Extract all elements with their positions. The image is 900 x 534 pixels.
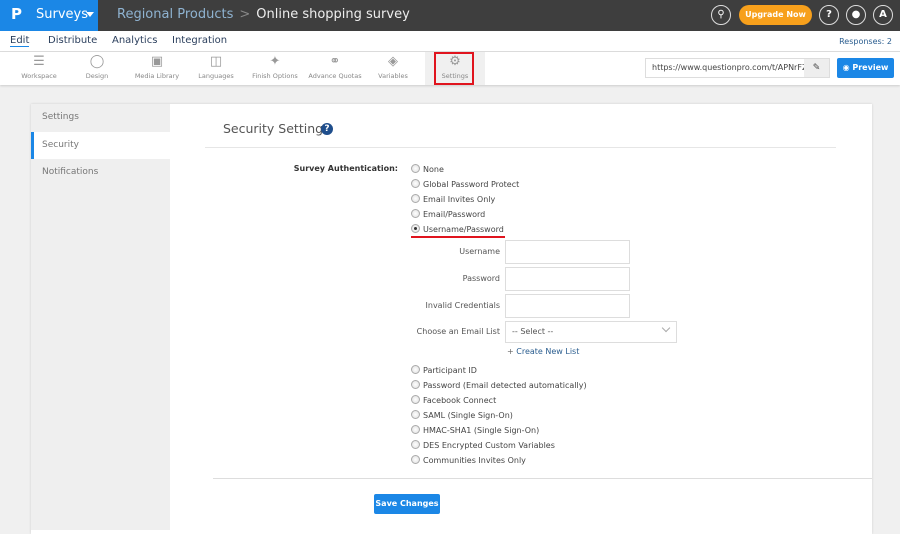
username-input[interactable] (505, 240, 630, 264)
bell-icon[interactable]: ● (846, 5, 866, 25)
divider (213, 478, 872, 479)
invalid-credentials-label: Invalid Credentials (425, 301, 500, 310)
email-list-select[interactable]: -- Select -- (505, 321, 677, 343)
responses-count[interactable]: Responses: 2 (839, 37, 892, 46)
survey-url-field[interactable]: https://www.questionpro.com/t/APNrFZ ✎ (645, 58, 830, 78)
divider (205, 147, 836, 148)
eye-icon: ◉ (842, 63, 853, 72)
survey-authentication-label: Survey Authentication: (293, 164, 398, 173)
radio-saml[interactable]: SAML (Single Sign-On) (411, 410, 513, 425)
toolbar-variables[interactable]: ◈ Variables (363, 52, 423, 85)
tab-edit[interactable]: Edit (10, 35, 30, 47)
radio-facebook-connect[interactable]: Facebook Connect (411, 395, 496, 410)
plus-icon: + (507, 347, 517, 356)
radio-global-password[interactable]: Global Password Protect (411, 179, 519, 194)
tag-icon: ◈ (388, 54, 398, 69)
invalid-credentials-input[interactable] (505, 294, 630, 318)
highlight-box (434, 52, 474, 85)
tab-distribute[interactable]: Distribute (48, 35, 97, 46)
page-title: Security Settings (223, 121, 330, 136)
tab-analytics[interactable]: Analytics (112, 35, 157, 46)
toolbar-finish-options[interactable]: ✦ Finish Options (245, 52, 305, 85)
search-icon[interactable]: ⚲ (711, 5, 731, 25)
radio-communities-invites[interactable]: Communities Invites Only (411, 455, 526, 470)
main-nav: Edit Distribute Analytics Integration Re… (0, 31, 900, 52)
sidebar-item-settings[interactable]: Settings (31, 104, 170, 131)
save-changes-button[interactable]: Save Changes (374, 494, 440, 514)
toolbar-advance-quotas[interactable]: ⚭ Advance Quotas (305, 52, 365, 85)
toolbar-settings[interactable]: ⚙ Settings (425, 52, 485, 85)
password-input[interactable] (505, 267, 630, 291)
avatar[interactable]: A (873, 5, 893, 25)
radio-hmac-sha1[interactable]: HMAC-SHA1 (Single Sign-On) (411, 425, 539, 440)
tab-integration[interactable]: Integration (172, 35, 227, 46)
chevron-right-icon: > (239, 7, 251, 22)
radio-email-password[interactable]: Email/Password (411, 209, 485, 224)
sidebar-item-security[interactable]: Security (31, 132, 170, 159)
upgrade-now-button[interactable]: Upgrade Now (739, 5, 812, 25)
settings-sidebar: Settings Security Notifications (31, 104, 170, 530)
toolbar-languages[interactable]: ◫ Languages (186, 52, 246, 85)
preview-button[interactable]: ◉ Preview (837, 58, 894, 78)
username-label: Username (459, 247, 500, 256)
help-icon[interactable]: ? (321, 123, 333, 135)
link-chain-icon: ⚭ (329, 54, 341, 69)
toolbar-workspace[interactable]: ☰ Workspace (9, 52, 69, 85)
list-icon: ☰ (33, 54, 45, 69)
pencil-icon[interactable]: ✎ (804, 59, 829, 77)
breadcrumb-folder[interactable]: Regional Products (117, 7, 233, 22)
breadcrumb: Regional Products > Online shopping survey (117, 7, 410, 22)
palette-icon: ◯ (89, 54, 105, 69)
app-name: Surveys (36, 7, 88, 22)
radio-participant-id[interactable]: Participant ID (411, 365, 477, 380)
surveys-menu-button[interactable]: P Surveys (0, 0, 98, 31)
red-underline-annotation (411, 236, 505, 238)
toolbar-design[interactable]: ◯ Design (67, 52, 127, 85)
breadcrumb-survey: Online shopping survey (256, 7, 410, 22)
radio-email-invites[interactable]: Email Invites Only (411, 194, 495, 209)
radio-none[interactable]: None (411, 164, 444, 179)
image-icon: ▣ (150, 54, 164, 69)
create-new-list-link[interactable]: + Create New List (507, 347, 579, 356)
help-icon[interactable]: ? (819, 5, 839, 25)
toolbar-media-library[interactable]: ▣ Media Library (127, 52, 187, 85)
magic-wand-icon: ✦ (269, 54, 281, 69)
caret-down-icon (86, 12, 94, 17)
radio-password-email-detected[interactable]: Password (Email detected automatically) (411, 380, 587, 395)
translate-icon: ◫ (209, 54, 223, 69)
sidebar-item-notifications[interactable]: Notifications (31, 159, 170, 186)
questionpro-logo: P (11, 5, 22, 23)
radio-des-encrypted[interactable]: DES Encrypted Custom Variables (411, 440, 555, 455)
password-label: Password (462, 274, 500, 283)
email-list-label: Choose an Email List (416, 327, 500, 336)
chevron-down-icon (661, 323, 671, 333)
